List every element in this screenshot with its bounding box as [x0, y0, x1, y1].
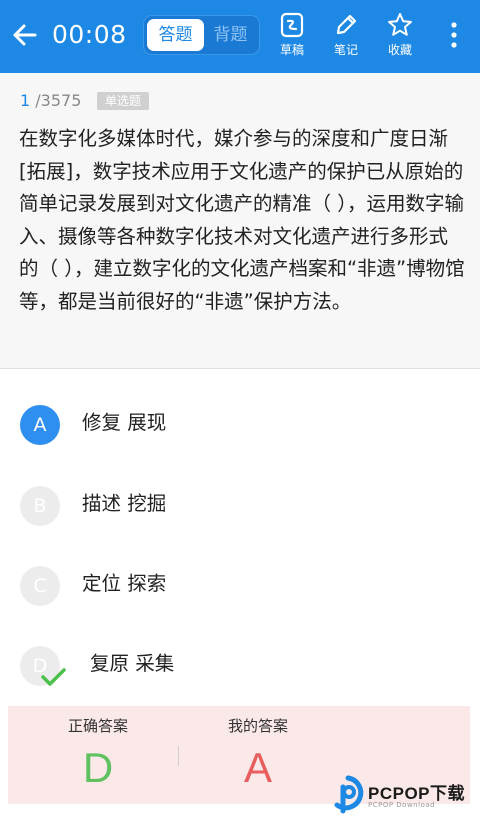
- top-bar: 00:08 答题 背题 草稿 笔记 收藏: [0, 0, 480, 73]
- tab-answer-mode[interactable]: 答题: [147, 19, 204, 51]
- option-c[interactable]: C 定位 探索: [0, 556, 480, 616]
- option-d[interactable]: D 复原 采集: [0, 636, 480, 696]
- more-vertical-icon: [451, 22, 457, 48]
- option-a-letter: A: [20, 405, 60, 445]
- more-menu-button[interactable]: [444, 18, 464, 52]
- correct-answer: 正确答案 D: [23, 706, 173, 804]
- correct-answer-value: D: [82, 744, 114, 791]
- question-total: /3575: [30, 91, 82, 110]
- option-d-text: 复原 采集: [90, 652, 175, 675]
- draft-label: 草稿: [279, 43, 304, 57]
- option-c-text: 定位 探索: [82, 572, 167, 595]
- draft-button[interactable]: 草稿: [272, 12, 312, 62]
- back-button[interactable]: [10, 20, 40, 50]
- question-type-badge: 单选题: [97, 92, 150, 110]
- timer: 00:08: [52, 20, 127, 49]
- correct-answer-label: 正确答案: [67, 717, 128, 735]
- pcpop-logo-icon: [334, 775, 364, 814]
- question-counter: 1 /3575: [20, 90, 81, 112]
- question-text: 在数字化多媒体时代，媒介参与的深度和广度日渐[拓展]，数字技术应用于文化遗产的保…: [19, 127, 465, 313]
- pencil-icon: [336, 14, 357, 35]
- mode-toggle: 答题 背题: [143, 15, 260, 55]
- my-answer-label: 我的答案: [227, 717, 288, 735]
- watermark: PCPOP下载 PCPOP Download: [330, 773, 480, 819]
- favorite-button[interactable]: 收藏: [380, 12, 420, 62]
- tab-recite-mode[interactable]: 背题: [202, 19, 259, 51]
- checkmark-icon: [41, 668, 66, 686]
- favorite-label: 收藏: [387, 43, 412, 57]
- arrow-left-icon: [13, 24, 37, 46]
- option-a-text: 修复 展现: [82, 411, 167, 434]
- note-label: 笔记: [333, 43, 358, 57]
- my-answer: 我的答案 A: [183, 706, 333, 804]
- question-number: 1: [20, 91, 31, 110]
- option-b-text: 描述 挖掘: [82, 492, 167, 515]
- note-button[interactable]: 笔记: [326, 12, 366, 62]
- star-icon: [388, 13, 412, 36]
- answer-divider: [178, 746, 179, 766]
- question-panel: 1 /3575 单选题 在数字化多媒体时代，媒介参与的深度和广度日渐[拓展]，数…: [0, 73, 480, 369]
- option-a[interactable]: A 修复 展现: [0, 395, 480, 455]
- option-b-letter: B: [20, 486, 60, 526]
- option-c-letter: C: [20, 566, 60, 606]
- option-b[interactable]: B 描述 挖掘: [0, 476, 480, 536]
- watermark-sub: PCPOP Download: [368, 801, 436, 809]
- my-answer-value: A: [243, 744, 272, 791]
- draft-icon: [280, 12, 304, 38]
